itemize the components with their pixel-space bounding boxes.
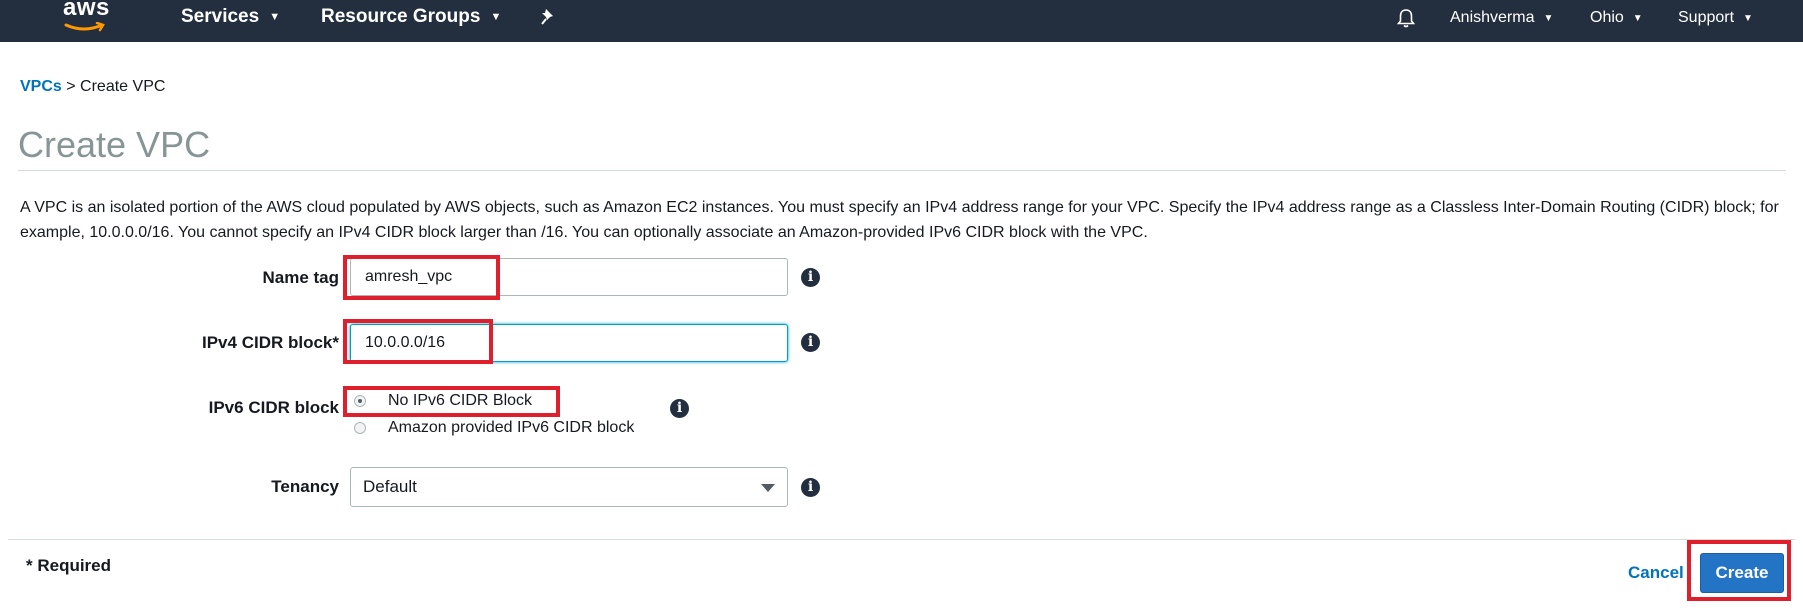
- caret-down-icon: [761, 484, 775, 492]
- name-tag-input[interactable]: [350, 258, 788, 296]
- support-menu[interactable]: Support ▼: [1678, 0, 1753, 36]
- support-label: Support: [1678, 9, 1735, 26]
- breadcrumb: VPCs > Create VPC: [20, 78, 165, 96]
- chevron-down-icon: ▼: [1632, 13, 1643, 24]
- no-ipv6-label: No IPv6 CIDR Block: [388, 392, 533, 409]
- create-button[interactable]: Create: [1700, 553, 1784, 593]
- tenancy-value: Default: [363, 477, 417, 496]
- cancel-link[interactable]: Cancel: [1628, 563, 1684, 583]
- page-description: A VPC is an isolated portion of the AWS …: [20, 199, 1779, 241]
- bell-icon[interactable]: [1395, 7, 1417, 29]
- aws-smile-icon: [64, 22, 105, 32]
- ipv4-cidr-info-icon[interactable]: i: [801, 333, 820, 352]
- breadcrumb-current: Create VPC: [80, 78, 166, 95]
- resource-groups-menu[interactable]: Resource Groups ▼: [321, 0, 501, 36]
- region-label: Ohio: [1590, 9, 1624, 26]
- ipv4-cidr-label: IPv4 CIDR block*: [202, 333, 339, 352]
- aws-logo[interactable]: aws: [60, 0, 120, 42]
- user-menu[interactable]: Anishverma ▼: [1450, 0, 1553, 36]
- tenancy-select[interactable]: Default: [350, 467, 788, 507]
- username-label: Anishverma: [1450, 9, 1535, 26]
- name-tag-label: Name tag: [262, 268, 339, 287]
- ipv6-cidr-label: IPv6 CIDR block: [208, 398, 339, 417]
- chevron-down-icon: ▼: [490, 11, 502, 23]
- amazon-ipv6-radio[interactable]: [354, 422, 366, 434]
- ipv4-cidr-input[interactable]: [350, 324, 788, 362]
- tenancy-info-icon[interactable]: i: [801, 478, 820, 497]
- services-label: Services: [181, 6, 260, 27]
- ipv6-cidr-info-icon[interactable]: i: [670, 399, 689, 418]
- breadcrumb-vpcs-link[interactable]: VPCs: [20, 78, 62, 95]
- chevron-down-icon: ▼: [1543, 13, 1554, 24]
- chevron-down-icon: ▼: [269, 11, 281, 23]
- footer-divider: [8, 539, 1795, 540]
- resource-groups-label: Resource Groups: [321, 6, 481, 27]
- services-menu[interactable]: Services ▼: [181, 0, 280, 36]
- title-divider: [18, 170, 1786, 171]
- breadcrumb-separator: >: [66, 78, 76, 95]
- required-note: * Required: [26, 556, 112, 575]
- name-tag-info-icon[interactable]: i: [801, 268, 820, 287]
- top-navigation-bar: aws Services ▼ Resource Groups ▼ Anishverm…: [0, 0, 1803, 42]
- chevron-down-icon: ▼: [1743, 13, 1753, 24]
- no-ipv6-radio[interactable]: [354, 395, 366, 407]
- aws-logo-text: aws: [63, 0, 110, 21]
- region-menu[interactable]: Ohio ▼: [1590, 0, 1643, 36]
- page-title: Create VPC: [18, 124, 211, 165]
- amazon-ipv6-label: Amazon provided IPv6 CIDR block: [388, 419, 635, 436]
- pin-icon[interactable]: [540, 8, 558, 26]
- tenancy-label: Tenancy: [271, 477, 339, 496]
